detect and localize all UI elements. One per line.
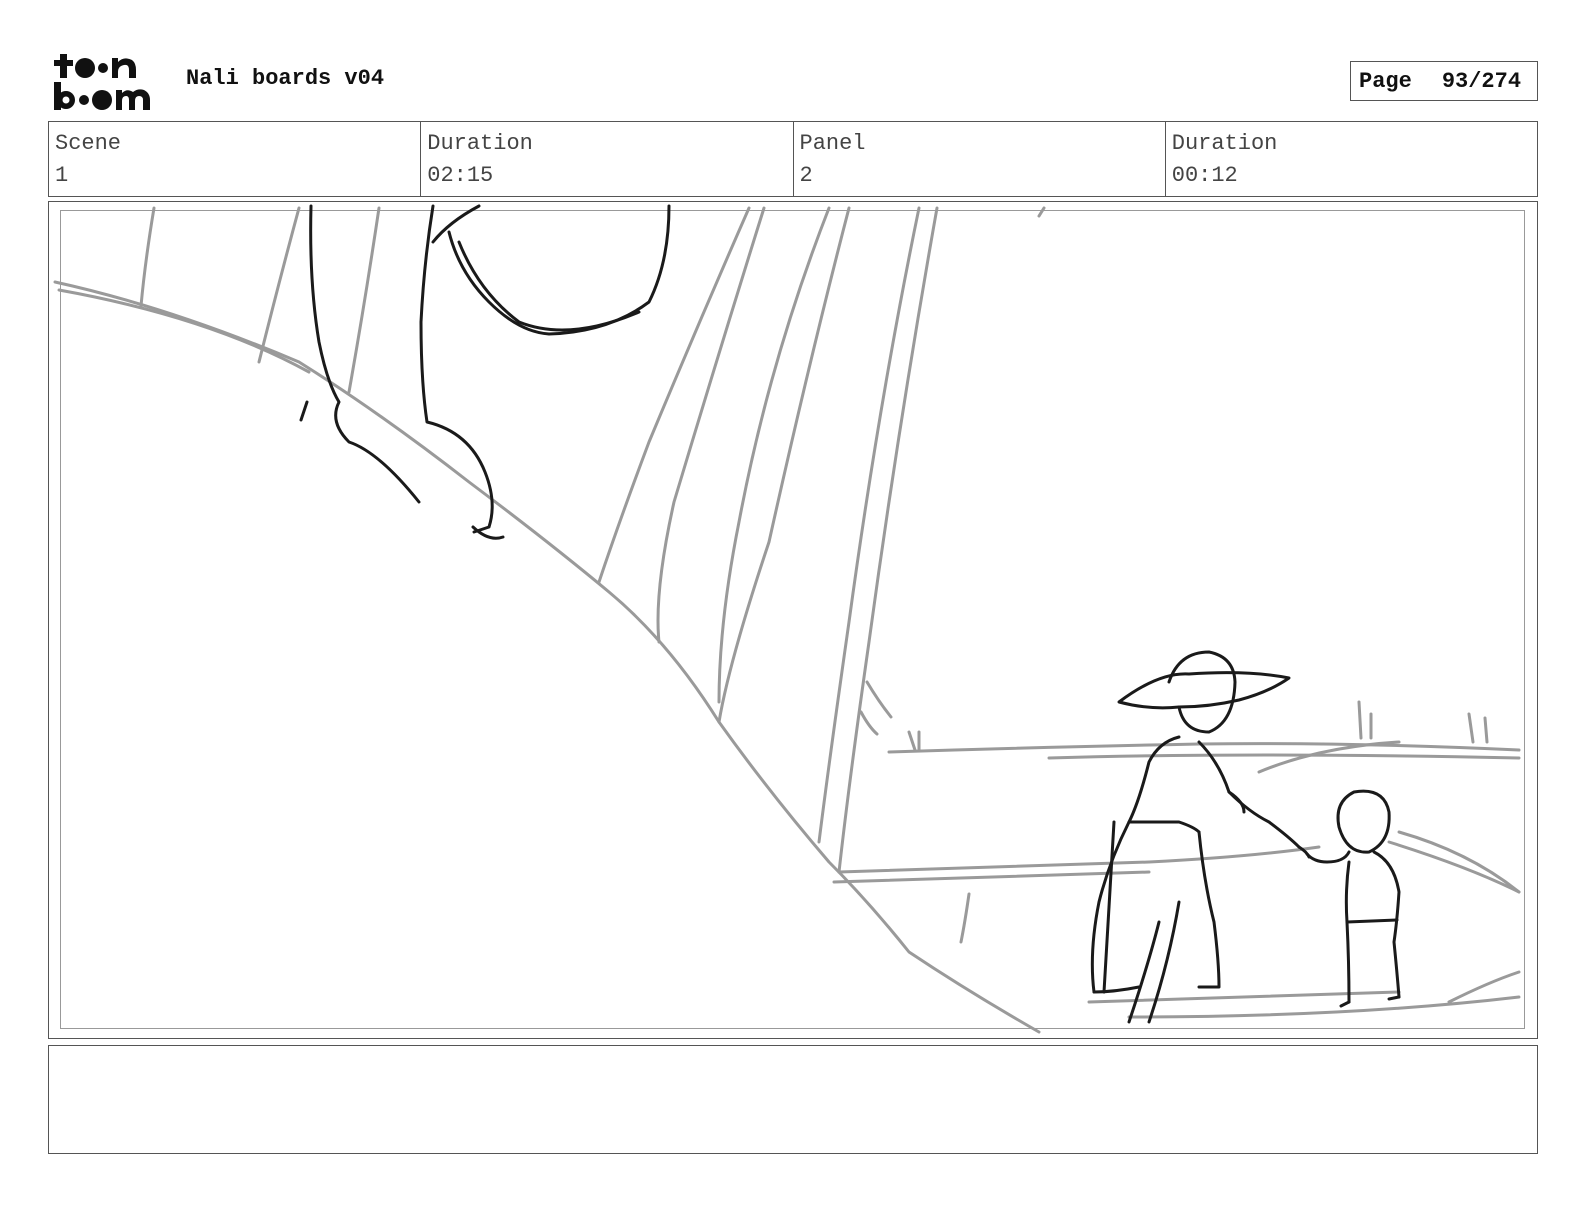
page-label: Page [1359,68,1412,94]
document-title: Nali boards v04 [186,66,385,91]
scene-duration-cell: Duration 02:15 [421,122,794,196]
info-row: Scene 1 Duration 02:15 Panel 2 Duration … [48,121,1538,197]
storyboard-panel-frame [48,201,1538,1039]
panel-duration-cell: Duration 00:12 [1166,122,1537,196]
panel-value: 2 [799,163,813,188]
scene-duration-label: Duration [427,131,533,156]
panel-duration-label: Duration [1171,131,1278,156]
toon-boom-logo-icon: toon [52,50,164,112]
page-number: 93/274 [1441,68,1522,94]
panel-notes-area[interactable] [48,1045,1538,1154]
page-indicator: Page 93/274 [1350,61,1538,101]
panel-duration-value: 00:12 [1171,163,1238,188]
scene-cell: Scene 1 [49,122,422,196]
panel-cell: Panel 2 [794,122,1166,196]
panel-label: Panel [799,131,866,156]
scene-label: Scene [55,131,122,156]
scene-duration-value: 02:15 [427,163,494,188]
storyboard-sketch [53,204,1521,1034]
scene-value: 1 [55,163,69,188]
